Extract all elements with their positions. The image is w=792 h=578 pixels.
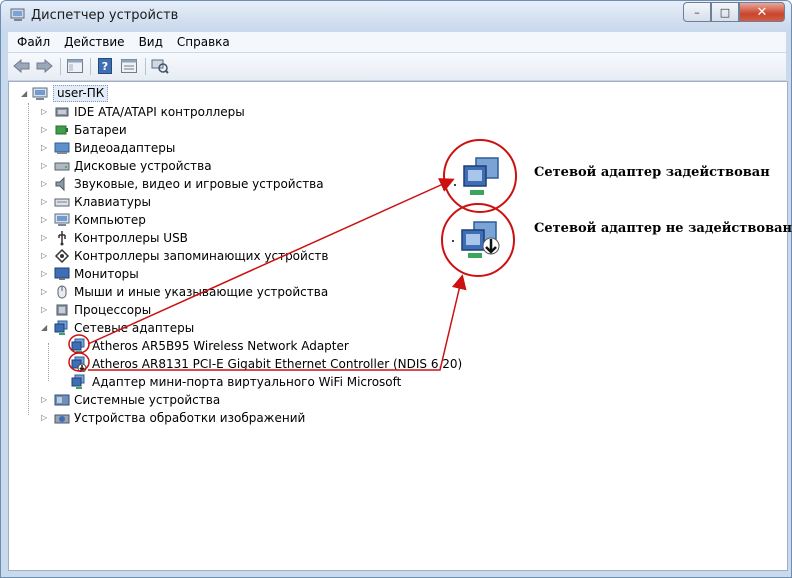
storage-controller-icon — [54, 248, 70, 264]
computer-icon — [54, 213, 70, 226]
annotation-disabled-label: Сетевой адаптер не задействован — [534, 221, 792, 236]
device-manager-window: Диспетчер устройств – □ ✕ Файл Действие … — [0, 0, 792, 578]
ide-controller-icon — [55, 107, 69, 117]
network-adapter-disabled-icon — [71, 356, 87, 372]
tree-guide-line — [48, 343, 49, 381]
title-bar[interactable]: Диспетчер устройств – □ ✕ — [1, 1, 791, 31]
forward-arrow-icon[interactable] — [35, 57, 53, 75]
tree-category-label: Звуковые, видео и игровые устройства — [74, 177, 324, 191]
network-adapter-label: Atheros AR5B95 Wireless Network Adapter — [92, 339, 349, 353]
tree-category-label: Мыши и иные указывающие устройства — [74, 285, 329, 299]
monitor-icon — [54, 267, 70, 280]
tree-category-label: Дисковые устройства — [74, 159, 212, 173]
display-adapter-icon — [54, 142, 70, 154]
window-controls: – □ ✕ — [683, 2, 785, 22]
disk-drive-icon — [54, 162, 70, 171]
show-hide-console-tree-icon[interactable] — [66, 57, 84, 75]
collapse-arrow-icon[interactable]: ◢ — [41, 324, 49, 332]
battery-icon — [55, 125, 68, 135]
properties-icon[interactable] — [120, 57, 138, 75]
network-adapter-label: Atheros AR8131 PCI-E Gigabit Ethernet Co… — [92, 357, 463, 371]
back-arrow-icon[interactable] — [13, 57, 31, 75]
network-adapter-icon — [54, 320, 68, 335]
tree-category-label: IDE ATA/ATAPI контроллеры — [74, 105, 245, 119]
expand-arrow-icon[interactable]: ▷ — [41, 288, 49, 296]
tree-category-label: Системные устройства — [74, 393, 221, 407]
expand-arrow-icon[interactable]: ▷ — [41, 396, 49, 404]
tree-category-label: Компьютер — [74, 213, 146, 227]
expand-arrow-icon[interactable]: ▷ — [41, 144, 49, 152]
expand-arrow-icon[interactable]: ▷ — [41, 252, 49, 260]
keyboard-icon — [54, 198, 70, 207]
expand-arrow-icon[interactable]: ▷ — [41, 216, 49, 224]
expand-arrow-icon[interactable]: ▷ — [41, 126, 49, 134]
system-devices-icon — [54, 394, 70, 406]
tree-category-label: Сетевые адаптеры — [74, 321, 195, 335]
expand-arrow-icon[interactable]: ▷ — [41, 198, 49, 206]
scan-hardware-icon[interactable] — [151, 57, 169, 75]
menu-action[interactable]: Действие — [59, 35, 129, 49]
menu-help[interactable]: Справка — [172, 35, 235, 49]
maximize-button[interactable]: □ — [711, 2, 739, 22]
collapse-arrow-icon[interactable]: ◢ — [21, 90, 29, 98]
computer-icon — [10, 8, 25, 21]
root-label: user-ПК — [53, 85, 109, 102]
network-adapter-enabled-icon — [71, 338, 85, 353]
expand-arrow-icon[interactable]: ▷ — [41, 162, 49, 170]
device-tree: ◢ user-ПК ▷ IDE ATA/ATAPI контроллеры ▷ Бат… — [8, 81, 788, 571]
close-button[interactable]: ✕ — [739, 2, 785, 22]
expand-arrow-icon[interactable]: ▷ — [41, 306, 49, 314]
help-icon[interactable]: ? — [96, 57, 114, 75]
computer-icon — [32, 87, 48, 100]
window-title: Диспетчер устройств — [31, 8, 179, 23]
processor-icon — [56, 304, 68, 316]
tree-guide-line — [28, 103, 29, 415]
expand-arrow-icon[interactable]: ▷ — [41, 270, 49, 278]
tree-category-label: Клавиатуры — [74, 195, 151, 209]
toolbar: ? — [8, 53, 786, 81]
network-adapter-label: Адаптер мини-порта виртуального WiFi Mic… — [92, 375, 402, 389]
toolbar-separator — [145, 58, 146, 75]
tree-category-label: Устройства обработки изображений — [74, 411, 306, 425]
minimize-button[interactable]: – — [683, 2, 711, 22]
tree-category-label: Мониторы — [74, 267, 139, 281]
menu-bar: Файл Действие Вид Справка — [8, 32, 786, 52]
tree-category-label: Видеоадаптеры — [74, 141, 176, 155]
expand-arrow-icon[interactable]: ▷ — [41, 180, 49, 188]
menu-view[interactable]: Вид — [134, 35, 168, 49]
toolbar-separator — [90, 58, 91, 75]
tree-category-label: Процессоры — [74, 303, 152, 317]
tree-category-label: Контроллеры USB — [74, 231, 188, 245]
expand-arrow-icon[interactable]: ▷ — [41, 414, 49, 422]
network-adapter-icon — [71, 374, 85, 389]
usb-icon — [58, 231, 66, 246]
annotation-enabled-label: Сетевой адаптер задействован — [534, 165, 770, 180]
svg-text:?: ? — [102, 60, 108, 73]
mouse-icon — [57, 285, 67, 299]
expand-arrow-icon[interactable]: ▷ — [41, 108, 49, 116]
tree-category-label: Контроллеры запоминающих устройств — [74, 249, 329, 263]
expand-arrow-icon[interactable]: ▷ — [41, 234, 49, 242]
menu-file[interactable]: Файл — [12, 35, 55, 49]
imaging-device-icon — [54, 414, 70, 424]
toolbar-separator — [60, 58, 61, 75]
tree-category-label: Батареи — [74, 123, 127, 137]
sound-icon — [55, 176, 65, 192]
